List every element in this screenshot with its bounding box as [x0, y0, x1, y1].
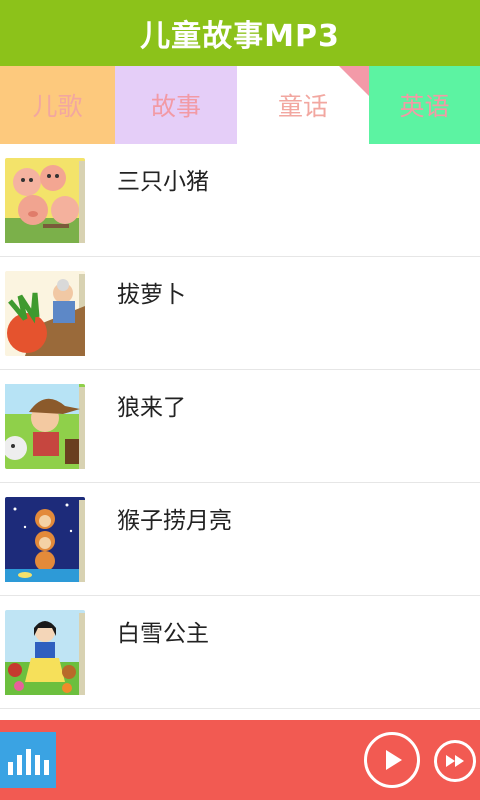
- three-little-pigs-thumbnail: [5, 158, 85, 243]
- story-item[interactable]: 三只小猪: [0, 144, 480, 257]
- app-title: 儿童故事MP3: [140, 19, 340, 54]
- equalizer-icon[interactable]: [0, 732, 56, 788]
- story-title: 三只小猪: [117, 169, 209, 195]
- story-title: 白雪公主: [117, 621, 209, 647]
- story-item[interactable]: 白雪公主: [0, 596, 480, 709]
- tab-label: 儿歌: [32, 92, 83, 121]
- story-list: 三只小猪 拔萝卜 狼来了 猴子捞月亮 白雪公主: [0, 144, 480, 709]
- story-title: 狼来了: [117, 395, 186, 421]
- app-title-bar: 儿童故事MP3: [0, 0, 480, 66]
- play-icon: [386, 750, 402, 770]
- story-item[interactable]: 拔萝卜: [0, 257, 480, 370]
- selected-corner-marker: [339, 66, 369, 96]
- tab-fairy-tales[interactable]: 童话: [237, 66, 369, 144]
- category-tabs: 儿歌 故事 童话 英语: [0, 66, 480, 144]
- story-title: 猴子捞月亮: [117, 508, 232, 534]
- tab-label: 故事: [150, 92, 201, 121]
- snow-white-thumbnail: [5, 610, 85, 695]
- play-button[interactable]: [364, 732, 420, 788]
- boy-who-cried-wolf-thumbnail: [5, 384, 85, 469]
- tab-stories[interactable]: 故事: [115, 66, 237, 144]
- fast-forward-icon: [446, 755, 464, 767]
- next-button[interactable]: [434, 740, 476, 782]
- story-item[interactable]: 狼来了: [0, 370, 480, 483]
- tab-label: 英语: [399, 92, 450, 121]
- player-bar: [0, 720, 480, 800]
- tab-children-songs[interactable]: 儿歌: [0, 66, 115, 144]
- monkeys-fish-moon-thumbnail: [5, 497, 85, 582]
- tab-english[interactable]: 英语: [369, 66, 480, 144]
- story-item[interactable]: 猴子捞月亮: [0, 483, 480, 596]
- story-title: 拔萝卜: [117, 282, 186, 308]
- tab-label: 童话: [277, 92, 328, 121]
- pulling-radish-thumbnail: [5, 271, 85, 356]
